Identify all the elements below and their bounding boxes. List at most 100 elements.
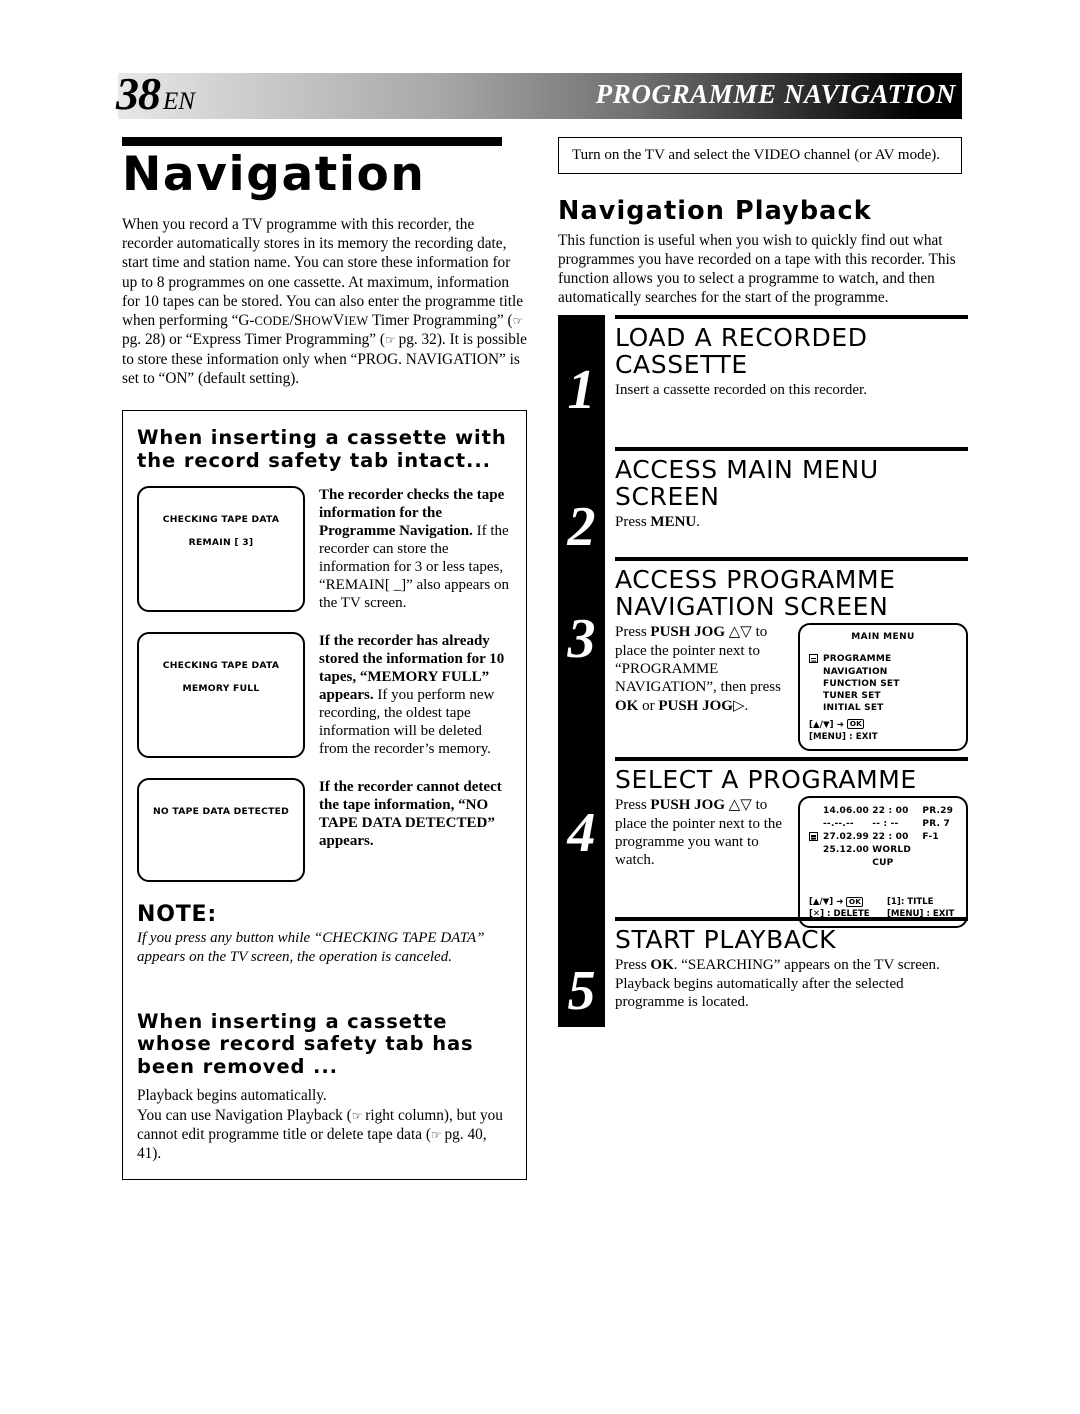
navigation-playback-intro: This function is useful when you wish to… <box>558 232 956 307</box>
chapter-intro-paragraph: When you record a TV programme with this… <box>122 215 527 388</box>
chapter-title: Navigation <box>122 147 426 202</box>
tab-removed-part2: You can use Navigation Playback ( <box>137 1106 352 1124</box>
programme-title: WORLD CUP <box>872 844 911 868</box>
pointing-hand-icon: ☞ <box>512 314 524 329</box>
tv-screen-line2: REMAIN [ 3] <box>188 537 254 549</box>
tv-screen-line1: NO TAPE DATA DETECTED <box>152 806 290 818</box>
osd-menu-item-label: FUNCTION SET <box>823 678 900 689</box>
programme-date: 27.02.99 <box>823 831 870 842</box>
page-language-code: EN <box>163 88 195 115</box>
step-4-control-pushjog: PUSH JOG <box>650 797 726 814</box>
osd-programme-footer: [▲/▼] ➜ OK [1]: TITLE [✕] : DELETE [MENU… <box>809 896 961 920</box>
case-description: If the recorder cannot detect the tape i… <box>319 778 512 882</box>
programme-time: 22 : 00 <box>872 806 909 817</box>
case-row: NO TAPE DATA DETECTED If the recorder ca… <box>137 778 512 883</box>
osd-footer-exit-hint: [MENU] : EXIT <box>887 909 955 920</box>
programme-date: 25.12.00 <box>823 844 870 855</box>
step-3: ACCESS PROGRAMME NAVIGATION SCREEN Press… <box>615 557 968 757</box>
osd-footer-nav-hint: [▲/▼] ➜ OK <box>809 896 887 908</box>
step-4: SELECT A PROGRAMME Press PUSH JOG △▽ to … <box>615 757 968 929</box>
step-1: LOAD A RECORDED CASSETTE Insert a casset… <box>615 315 968 447</box>
tv-screen-line1: CHECKING TAPE DATA <box>162 514 280 526</box>
step-5-text: Press OK. “SEARCHING” appears on the TV … <box>615 957 940 1011</box>
osd-menu-item-function-set[interactable]: FUNCTION SET <box>809 678 957 690</box>
osd-menu-item-initial-set[interactable]: INITIAL SET <box>809 702 957 714</box>
osd-menu-item-label: INITIAL SET <box>823 703 884 714</box>
osd-menu-item-programme-navigation[interactable]: PROGRAMME NAVIGATION <box>809 653 957 677</box>
intro-smallcaps-how: HOW <box>302 314 334 329</box>
pointing-hand-icon: ☞ <box>385 333 396 348</box>
step-3-control-pushjog-right: PUSH JOG <box>658 697 733 714</box>
box-body-tab-removed: Playback begins automatically. You can u… <box>137 1086 512 1163</box>
ok-button-icon: OK <box>846 896 864 908</box>
intro-smallcaps-code: CODE <box>254 314 290 329</box>
step-3-heading: ACCESS PROGRAMME NAVIGATION SCREEN <box>615 565 896 622</box>
intro-text-mid2: V <box>333 312 345 330</box>
osd-programme-row[interactable]: 14.06.00 22 : 00 PR.29 <box>809 805 957 818</box>
osd-programme-row-selected[interactable]: 27.02.99 22 : 00 F-1 <box>809 831 957 844</box>
section-title-navigation-playback: Navigation Playback <box>558 196 872 226</box>
header-title: PROGRAMME NAVIGATION <box>595 79 956 109</box>
case-description: The recorder checks the tape information… <box>319 486 512 612</box>
step-number-2: 2 <box>567 496 596 559</box>
step-5-heading: START PLAYBACK <box>615 925 837 955</box>
programme-channel: PR.29 <box>922 806 954 817</box>
case-row: CHECKING TAPE DATA REMAIN [ 3] The recor… <box>137 486 512 613</box>
step-2: ACCESS MAIN MENU SCREEN Press MENU. <box>615 447 968 557</box>
step-1-heading: LOAD A RECORDED CASSETTE <box>615 323 868 380</box>
osd-menu-item-tuner-set[interactable]: TUNER SET <box>809 690 957 702</box>
tv-screen-line2: MEMORY FULL <box>182 683 260 695</box>
left-column: Navigation When you record a TV programm… <box>122 137 527 1181</box>
step-5: START PLAYBACK Press OK. “SEARCHING” app… <box>615 917 968 1027</box>
page-number-value: 38 <box>116 68 161 119</box>
step-2-text-suffix: . <box>696 514 700 531</box>
programme-date: --.--.-- <box>823 819 854 830</box>
step-number-4: 4 <box>567 802 596 865</box>
osd-footer-nav-text: [▲/▼] ➜ <box>809 897 847 908</box>
step-number-rail: 1 2 3 4 5 <box>558 315 605 1028</box>
intro-text-mid1: /S <box>289 312 303 330</box>
programme-time: 22 : 00 <box>872 831 909 842</box>
step-4-content: Press PUSH JOG △▽ to place the pointer n… <box>615 796 968 929</box>
step-3-text: Press PUSH JOG △▽ to place the pointer n… <box>615 624 781 714</box>
programme-time: -- : -- <box>872 819 899 830</box>
step-number-5: 5 <box>567 960 596 1023</box>
osd-programme-navigation: 14.06.00 22 : 00 PR.29 --.--.-- -- : -- PR. … <box>798 796 968 929</box>
osd-programme-row[interactable]: 25.12.00 WORLD CUP <box>809 844 957 870</box>
page-number: 38 EN <box>116 71 195 117</box>
pointer-icon <box>809 654 818 664</box>
osd-footer-line2: [MENU] : EXIT <box>809 731 878 742</box>
step-3-content: Press PUSH JOG △▽ to place the pointer n… <box>615 623 968 752</box>
tab-removed-line1: Playback begins automatically. <box>137 1087 327 1105</box>
note-label: NOTE: <box>137 902 217 928</box>
osd-main-menu-title: MAIN MENU <box>851 632 915 643</box>
step-3-button-ok: OK <box>615 697 639 714</box>
osd-programme-row[interactable]: --.--.-- -- : -- PR. 7 <box>809 818 957 831</box>
intro-text-part3: pg. 28) or “Express Timer Programming” ( <box>122 331 385 349</box>
pointing-hand-icon: ☞ <box>430 1127 442 1142</box>
step-5-button-ok: OK <box>650 957 674 974</box>
tv-screen-line1: CHECKING TAPE DATA <box>162 660 280 672</box>
case-row: CHECKING TAPE DATA MEMORY FULL If the re… <box>137 632 512 759</box>
intro-smallcaps-iew: IEW <box>344 314 369 329</box>
box-heading-tab-removed: When inserting a cassette whose record s… <box>137 1009 474 1078</box>
pointer-icon <box>809 831 818 841</box>
case-bold-text: If the recorder cannot detect the tape i… <box>319 779 502 850</box>
osd-footer-line1: [▲/▼] ➜ OK <box>809 718 878 732</box>
step-2-text-prefix: Press <box>615 514 651 531</box>
tv-screen-checking-memory-full: CHECKING TAPE DATA MEMORY FULL <box>137 632 305 759</box>
programme-date: 14.06.00 <box>823 806 870 817</box>
osd-footer-delete-hint: [✕] : DELETE <box>809 909 870 920</box>
right-column: Turn on the TV and select the VIDEO chan… <box>558 137 968 1028</box>
ok-button-icon: OK <box>847 718 865 730</box>
chapter-title-rule <box>122 137 502 146</box>
step-4-text: Press PUSH JOG △▽ to place the pointer n… <box>615 797 783 869</box>
osd-main-menu: MAIN MENU PROGRAMME NAVIGATION FUNCTION … <box>798 623 968 752</box>
programme-channel: F-1 <box>922 831 939 842</box>
step-content-column: LOAD A RECORDED CASSETTE Insert a casset… <box>605 315 968 1027</box>
osd-menu-item-label: PROGRAMME NAVIGATION <box>823 654 892 677</box>
page-header: 38 EN PROGRAMME NAVIGATION <box>0 71 1080 119</box>
osd-footer-row1: [▲/▼] ➜ OK [1]: TITLE <box>809 896 961 908</box>
osd-footer-nav-hint: [▲/▼] ➜ <box>809 719 848 730</box>
osd-menu-item-label: TUNER SET <box>823 691 881 702</box>
